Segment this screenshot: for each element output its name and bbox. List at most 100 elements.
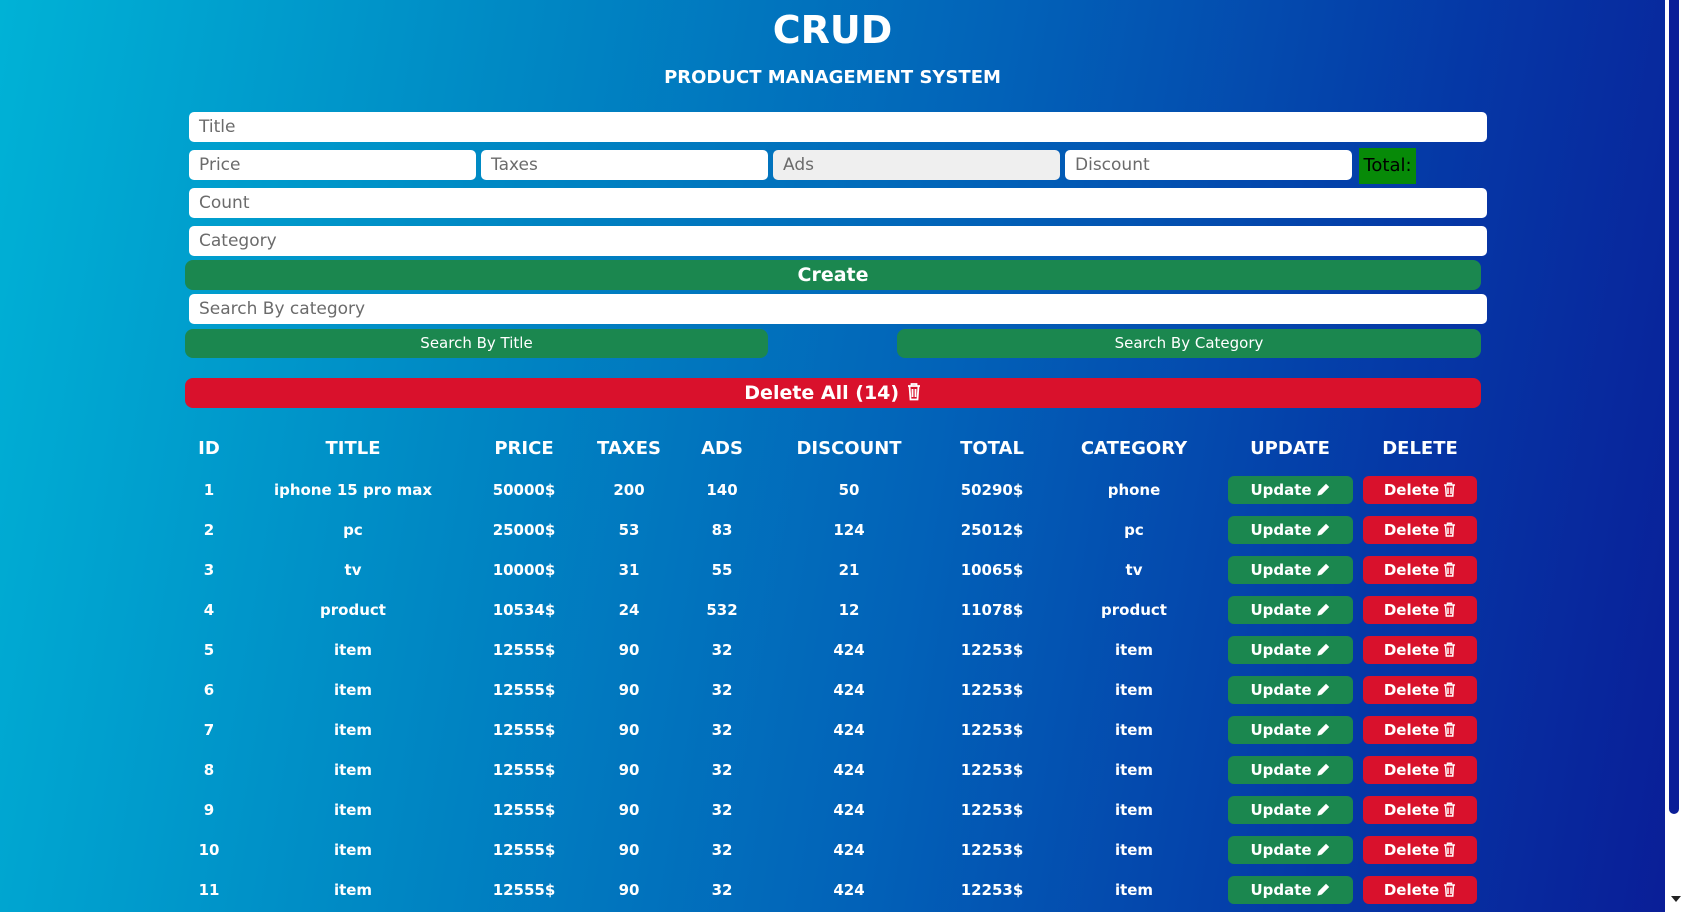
update-button[interactable]: Update (1228, 556, 1353, 584)
cell-id: 10 (198, 841, 220, 859)
cell-title: item (333, 721, 373, 739)
update-button[interactable]: Update (1228, 596, 1353, 624)
cell-taxes: 90 (618, 641, 640, 659)
delete-button[interactable]: Delete (1363, 596, 1477, 624)
cell-category: item (1114, 641, 1154, 659)
cell-discount: 424 (833, 841, 865, 859)
search-input[interactable]: Search By category (189, 294, 1487, 324)
trash-icon (1444, 802, 1456, 817)
cell-price: 10000$ (492, 561, 556, 579)
delete-button[interactable]: Delete (1363, 716, 1477, 744)
delete-button[interactable]: Delete (1363, 516, 1477, 544)
cell-title: item (333, 641, 373, 659)
delete-button[interactable]: Delete (1363, 676, 1477, 704)
page-title: CRUD (772, 8, 893, 52)
delete-button[interactable]: Delete (1363, 796, 1477, 824)
discount-input[interactable]: Discount (1065, 150, 1352, 180)
header-total: TOTAL (960, 438, 1024, 459)
cell-total: 10065$ (960, 561, 1024, 579)
cell-discount: 50 (838, 481, 860, 499)
cell-total: 12253$ (960, 801, 1024, 819)
cell-id: 7 (203, 721, 215, 739)
cell-ads: 32 (711, 881, 733, 899)
pencil-icon (1316, 643, 1329, 656)
create-button[interactable]: Create (185, 260, 1481, 290)
cell-price: 50000$ (492, 481, 556, 499)
update-button[interactable]: Update (1228, 516, 1353, 544)
search-by-title-button[interactable]: Search By Title (185, 329, 768, 358)
category-input[interactable]: Category (189, 226, 1487, 256)
cell-ads: 32 (711, 761, 733, 779)
cell-taxes: 31 (618, 561, 640, 579)
delete-label: Delete (1383, 601, 1440, 619)
update-label: Update (1250, 761, 1312, 779)
update-button[interactable]: Update (1228, 716, 1353, 744)
header-delete: DELETE (1382, 438, 1458, 459)
trash-icon (1444, 482, 1456, 497)
update-button[interactable]: Update (1228, 476, 1353, 504)
delete-button[interactable]: Delete (1363, 836, 1477, 864)
cell-total: 12253$ (960, 641, 1024, 659)
price-input[interactable]: Price (189, 150, 476, 180)
pencil-icon (1316, 603, 1329, 616)
header-id: ID (198, 438, 220, 459)
cell-ads: 532 (706, 601, 738, 619)
update-button[interactable]: Update (1228, 636, 1353, 664)
cell-id: 2 (203, 521, 215, 539)
cell-id: 5 (203, 641, 215, 659)
cell-price: 12555$ (492, 721, 556, 739)
cell-taxes: 90 (618, 881, 640, 899)
cell-category: item (1114, 761, 1154, 779)
update-label: Update (1250, 801, 1312, 819)
update-label: Update (1250, 481, 1312, 499)
update-button[interactable]: Update (1228, 836, 1353, 864)
trash-icon (1444, 722, 1456, 737)
cell-title: item (333, 801, 373, 819)
cell-price: 25000$ (492, 521, 556, 539)
delete-label: Delete (1383, 681, 1440, 699)
trash-icon (1444, 562, 1456, 577)
title-input[interactable]: Title (189, 112, 1487, 142)
delete-button[interactable]: Delete (1363, 556, 1477, 584)
cell-title: tv (344, 561, 362, 579)
table-row: 3 tv 10000$ 31 55 21 10065$ tv Update Delete (0, 550, 1665, 590)
update-label: Update (1250, 521, 1312, 539)
ads-input[interactable]: Ads (773, 150, 1060, 180)
cell-title: iphone 15 pro max (273, 481, 433, 499)
cell-ads: 140 (706, 481, 738, 499)
update-label: Update (1250, 881, 1312, 899)
cell-category: item (1114, 721, 1154, 739)
cell-taxes: 90 (618, 841, 640, 859)
header-discount: DISCOUNT (796, 438, 902, 459)
count-input[interactable]: Count (189, 188, 1487, 218)
cell-category: product (1101, 601, 1167, 619)
trash-icon (1444, 762, 1456, 777)
total-display: Total: (1359, 148, 1416, 184)
update-button[interactable]: Update (1228, 676, 1353, 704)
delete-button[interactable]: Delete (1363, 756, 1477, 784)
delete-button[interactable]: Delete (1363, 476, 1477, 504)
taxes-input[interactable]: Taxes (481, 150, 768, 180)
cell-taxes: 90 (618, 761, 640, 779)
delete-label: Delete (1383, 881, 1440, 899)
cell-ads: 83 (711, 521, 733, 539)
delete-all-button[interactable]: Delete All (14) (185, 378, 1481, 408)
cell-title: item (333, 881, 373, 899)
cell-id: 6 (203, 681, 215, 699)
cell-id: 11 (198, 881, 220, 899)
delete-button[interactable]: Delete (1363, 876, 1477, 904)
cell-ads: 32 (711, 841, 733, 859)
update-button[interactable]: Update (1228, 796, 1353, 824)
cell-discount: 12 (838, 601, 860, 619)
cell-price: 12555$ (492, 681, 556, 699)
table-row: 11 item 12555$ 90 32 424 12253$ item Update Delet… (0, 870, 1665, 910)
scroll-down-arrow-icon[interactable] (1671, 896, 1681, 902)
cell-discount: 424 (833, 721, 865, 739)
delete-label: Delete (1383, 801, 1440, 819)
update-button[interactable]: Update (1228, 876, 1353, 904)
update-button[interactable]: Update (1228, 756, 1353, 784)
cell-total: 25012$ (960, 521, 1024, 539)
delete-button[interactable]: Delete (1363, 636, 1477, 664)
scrollbar-thumb[interactable] (1669, 0, 1679, 814)
search-by-category-button[interactable]: Search By Category (897, 329, 1481, 358)
